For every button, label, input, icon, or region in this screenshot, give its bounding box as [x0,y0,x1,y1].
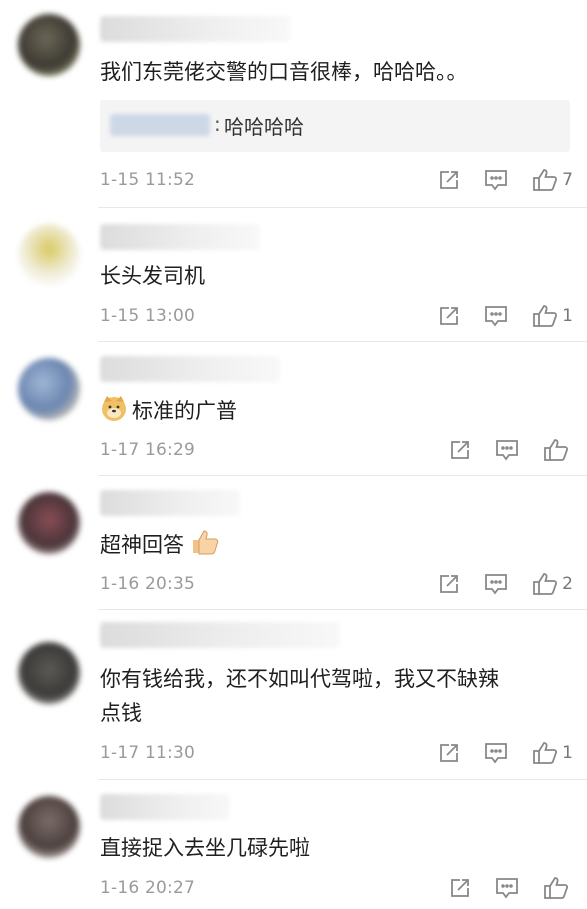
share-button[interactable] [449,877,471,899]
like-button[interactable]: 7 [532,168,573,192]
avatar[interactable] [18,796,80,858]
share-button[interactable] [438,169,460,191]
comment-text: 我们东莞佬交警的口音很棒，哈哈哈。。 [100,60,468,84]
reply-username[interactable] [110,114,210,136]
avatar[interactable] [18,492,80,554]
reply-button[interactable] [484,742,508,764]
reply-separator: : [214,112,221,136]
username[interactable] [100,224,260,250]
comment-icon [485,574,508,595]
comment-item: 标准的广普 1-17 16:29 [0,342,587,476]
comment-item: 我们东莞佬交警的口音很棒，哈哈哈。。 : 哈哈哈哈 1-15 11:52 7 [0,0,587,208]
thumbs-up-icon [533,573,558,595]
thumbs-up-icon [544,877,569,899]
thumbs-up-emoji-icon [193,530,219,555]
comment-actions: 7 [414,165,573,195]
avatar[interactable] [18,14,80,76]
share-button[interactable] [438,742,460,764]
share-icon [440,744,459,762]
share-button[interactable] [449,439,471,461]
share-icon [451,879,469,897]
comment-text: 长头发司机 [100,264,205,288]
comment-list: 我们东莞佬交警的口音很棒，哈哈哈。。 : 哈哈哈哈 1-15 11:52 7 长… [0,0,587,909]
comment-item: 你有钱给我，还不如叫代驾啦，我又不缺辣 点钱 1-17 11:30 1 [0,610,587,780]
username[interactable] [100,622,340,648]
avatar[interactable] [18,358,80,420]
comment-text: 标准的广普 [132,399,237,423]
thumbs-up-icon [533,169,558,191]
like-button[interactable]: 2 [532,572,573,596]
comment-item: 长头发司机 1-15 13:00 1 [0,208,587,342]
like-count: 1 [562,306,573,326]
comment-icon [496,440,518,461]
like-button[interactable]: 1 [532,304,573,328]
comment-time: 1-15 13:00 [100,306,195,326]
reply-button[interactable] [484,169,508,191]
comment-item: 超神回答 1-16 20:35 2 [0,476,587,610]
share-icon [451,441,469,459]
comment-time: 1-17 11:30 [100,743,195,763]
comment-time: 1-16 20:27 [100,878,195,898]
reply-button[interactable] [484,305,508,327]
share-icon [440,171,459,189]
share-icon [440,575,459,593]
comment-text: 你有钱给我，还不如叫代驾啦，我又不缺辣 点钱 [100,667,499,725]
comment-actions [425,435,573,465]
thumbs-up-icon [544,439,569,461]
like-count: 2 [562,574,573,594]
comment-icon [485,306,508,327]
comment-icon [485,170,508,191]
doge-emoji-icon [102,396,126,421]
comment-text: 直接捉入去坐几碌先啦 [100,836,310,860]
like-count: 1 [562,743,573,763]
comment-text-row: 标准的广普 [100,394,551,427]
comment-time: 1-17 16:29 [100,440,195,460]
username[interactable] [100,794,230,820]
reply-text: 哈哈哈哈 [224,115,304,139]
username[interactable] [100,16,290,42]
avatar[interactable] [18,642,80,704]
username[interactable] [100,356,280,382]
reply-button[interactable] [495,877,519,899]
comment-icon [485,743,508,764]
comment-time: 1-16 20:35 [100,574,195,594]
thumbs-up-icon [533,305,558,327]
like-button[interactable] [543,876,573,900]
comment-actions: 2 [414,569,573,599]
comment-actions: 1 [414,301,573,331]
comment-icon [496,878,518,899]
share-button[interactable] [438,305,460,327]
thumbs-up-icon [533,742,558,764]
reply-button[interactable] [495,439,519,461]
comment-text-row: 超神回答 [100,528,551,561]
like-button[interactable]: 1 [532,741,573,765]
like-button[interactable] [543,438,573,462]
comment-text: 超神回答 [100,533,184,557]
reply-button[interactable] [484,573,508,595]
share-button[interactable] [438,573,460,595]
comment-actions: 1 [414,738,573,768]
comment-time: 1-15 11:52 [100,170,195,190]
reply-preview[interactable]: : 哈哈哈哈 [100,100,570,152]
username[interactable] [100,490,240,516]
comment-actions [425,873,573,903]
avatar[interactable] [18,224,80,286]
share-icon [440,307,459,325]
like-count: 7 [562,170,573,190]
comment-item: 直接捉入去坐几碌先啦 1-16 20:27 [0,780,587,909]
